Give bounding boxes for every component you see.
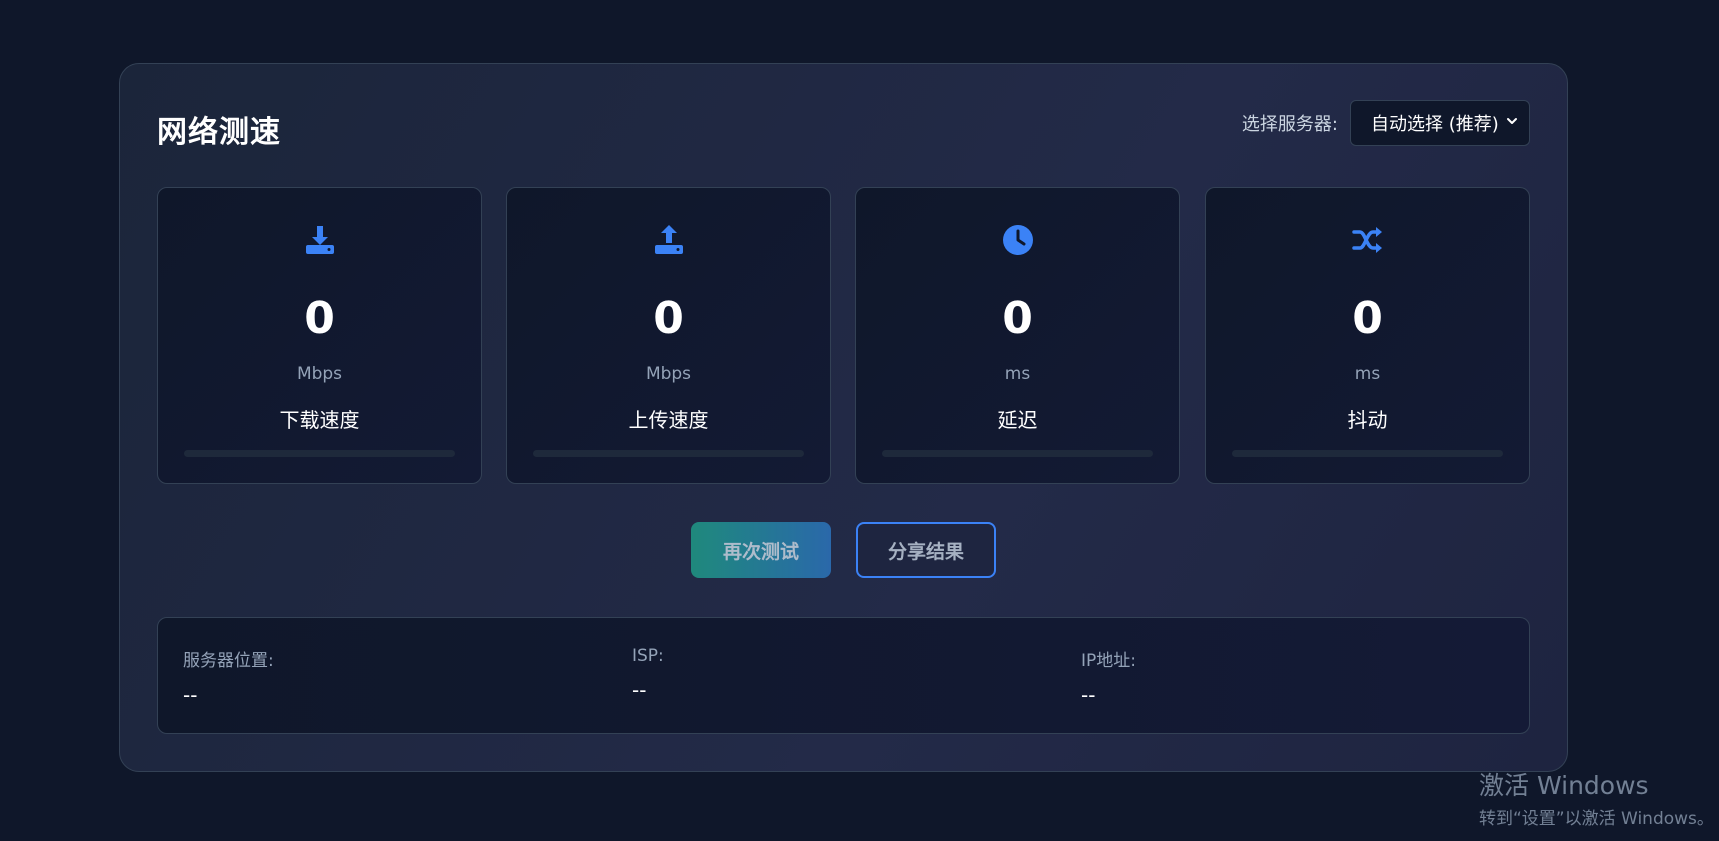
server-select-value: 自动选择 (推荐) [1371, 114, 1499, 135]
metrics-cards: 0 Mbps 下载速度 0 Mbps 上传速度 0 ms 延迟 0 ms 抖动 [157, 187, 1530, 484]
latency-card: 0 ms 延迟 [855, 187, 1180, 484]
upload-progress-bar [533, 450, 804, 457]
latency-unit: ms [1004, 364, 1031, 384]
isp-label: ISP: [632, 646, 664, 666]
server-select-dropdown[interactable]: 自动选择 (推荐) [1350, 100, 1530, 146]
upload-unit: Mbps [645, 364, 692, 384]
server-location-value: -- [183, 683, 198, 707]
clock-icon [1002, 225, 1033, 255]
download-unit: Mbps [296, 364, 343, 384]
chevron-down-icon [1507, 118, 1517, 124]
upload-label: 上传速度 [628, 408, 709, 432]
ip-info: IP地址: -- [1081, 646, 1136, 707]
server-location-info: 服务器位置: -- [183, 646, 274, 707]
page-title: 网络测速 [157, 115, 281, 150]
connection-info: 服务器位置: -- ISP: -- IP地址: -- [157, 617, 1530, 734]
shuffle-icon [1351, 227, 1382, 253]
jitter-card: 0 ms 抖动 [1205, 187, 1530, 484]
server-location-label: 服务器位置: [183, 651, 274, 671]
isp-value: -- [632, 678, 647, 702]
jitter-unit: ms [1354, 364, 1381, 384]
isp-info: ISP: -- [632, 646, 664, 702]
windows-activation-watermark: 激活 Windows 转到“设置”以激活 Windows。 [1479, 766, 1714, 829]
watermark-title: 激活 Windows [1479, 771, 1649, 800]
download-icon [305, 226, 334, 254]
upload-icon [654, 225, 683, 254]
upload-value: 0 [653, 293, 684, 344]
header: 网络测速 选择服务器: 自动选择 (推荐) [157, 99, 1530, 150]
jitter-progress-bar [1232, 450, 1503, 457]
speedtest-panel: 网络测速 选择服务器: 自动选择 (推荐) 0 Mbps 下载速度 0 Mbps… [119, 63, 1568, 772]
latency-progress-bar [882, 450, 1153, 457]
download-progress-bar [184, 450, 455, 457]
jitter-label: 抖动 [1347, 408, 1388, 432]
action-buttons: 再次测试 分享结果 [120, 522, 1567, 580]
watermark-subtitle: 转到“设置”以激活 Windows。 [1479, 809, 1714, 829]
ip-value: -- [1081, 683, 1096, 707]
download-value: 0 [304, 293, 335, 344]
retest-button[interactable]: 再次测试 [691, 522, 831, 578]
jitter-value: 0 [1352, 293, 1383, 344]
latency-value: 0 [1002, 293, 1033, 344]
download-card: 0 Mbps 下载速度 [157, 187, 482, 484]
server-selector: 选择服务器: 自动选择 (推荐) [1242, 99, 1530, 147]
download-label: 下载速度 [279, 408, 360, 432]
server-select-label: 选择服务器: [1241, 114, 1338, 135]
share-results-button[interactable]: 分享结果 [856, 522, 996, 578]
latency-label: 延迟 [997, 408, 1038, 432]
ip-label: IP地址: [1081, 651, 1136, 671]
upload-card: 0 Mbps 上传速度 [506, 187, 831, 484]
